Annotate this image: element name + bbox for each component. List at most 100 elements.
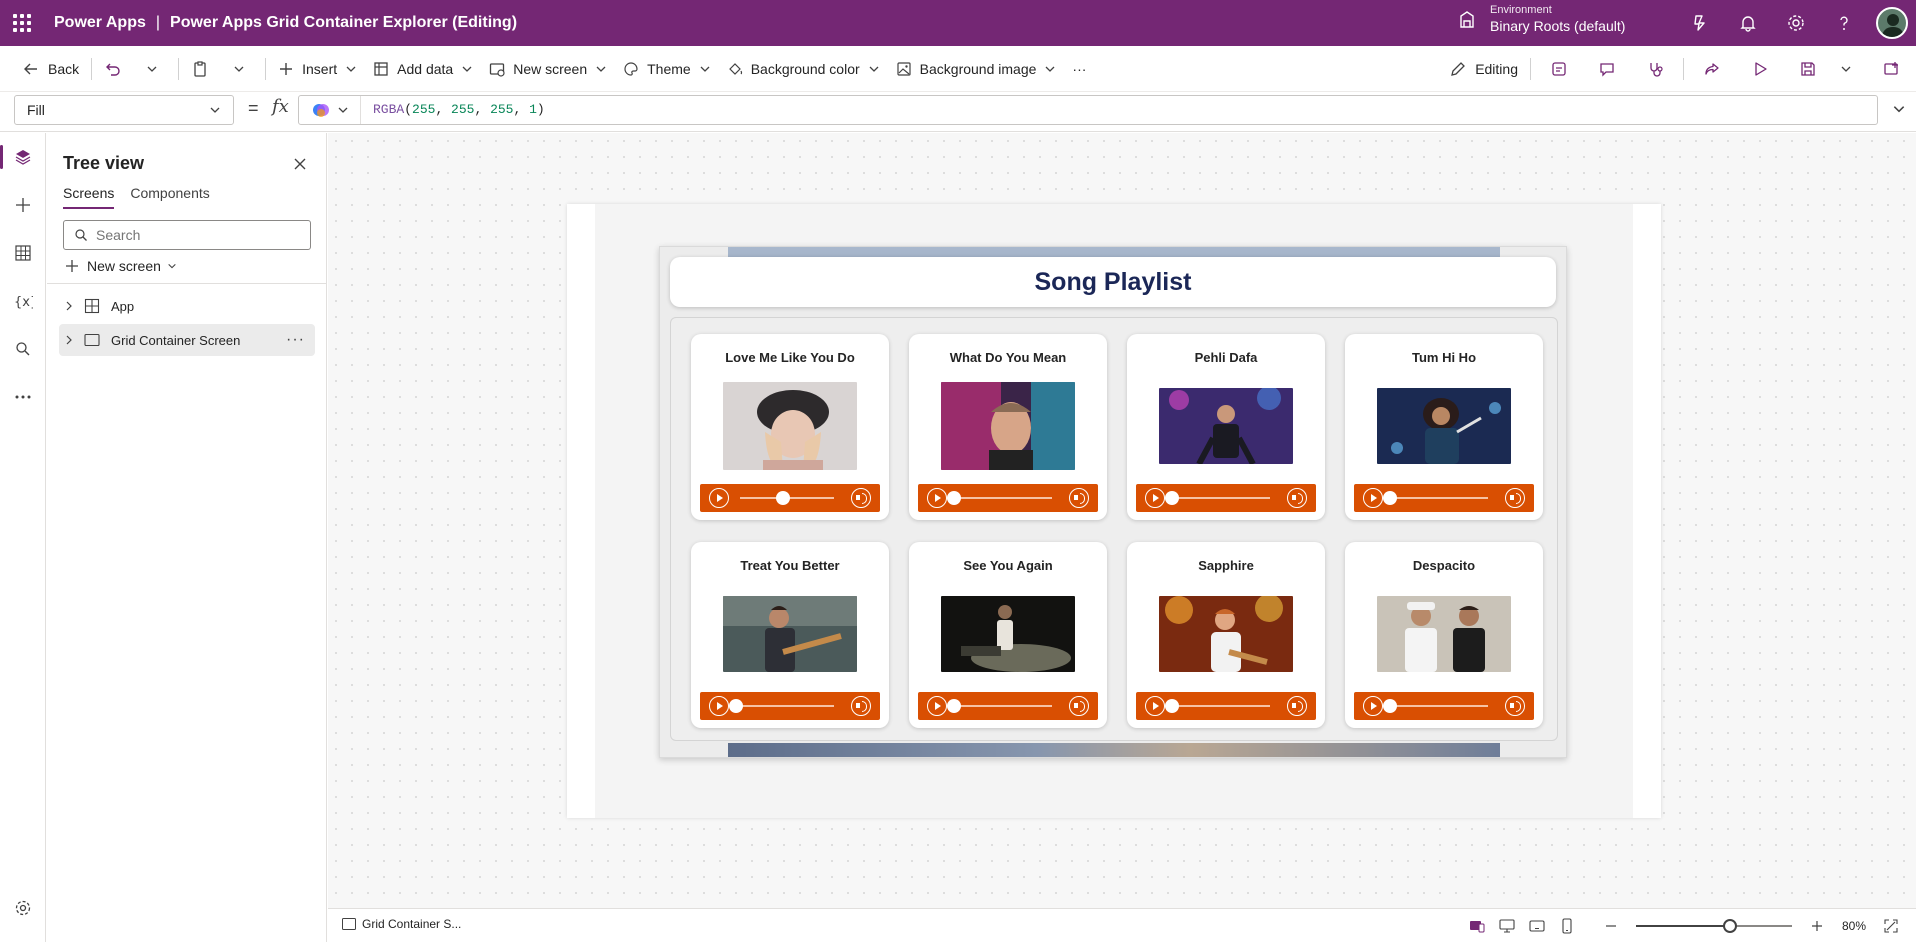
play-icon[interactable] bbox=[709, 696, 729, 716]
volume-icon[interactable] bbox=[1505, 488, 1525, 508]
volume-icon[interactable] bbox=[851, 488, 871, 508]
seek-knob[interactable] bbox=[1383, 491, 1397, 505]
seek-track[interactable] bbox=[1176, 705, 1270, 707]
seek-knob[interactable] bbox=[776, 491, 790, 505]
insert-menu[interactable]: Insert bbox=[270, 52, 365, 86]
fx-icon[interactable]: fx bbox=[272, 96, 289, 117]
play-icon[interactable] bbox=[1363, 488, 1383, 508]
responsive-view-icon[interactable] bbox=[1462, 909, 1492, 942]
user-avatar[interactable] bbox=[1876, 7, 1908, 39]
tree-view-rail-button[interactable] bbox=[0, 133, 46, 181]
zoom-slider[interactable] bbox=[1635, 919, 1792, 933]
phone-view-icon[interactable] bbox=[1552, 909, 1582, 942]
seek-knob[interactable] bbox=[1165, 699, 1179, 713]
seek-track[interactable] bbox=[1394, 705, 1488, 707]
audio-player[interactable] bbox=[1136, 692, 1316, 720]
song-card[interactable]: Sapphire bbox=[1127, 542, 1325, 728]
song-card[interactable]: What Do You Mean bbox=[909, 334, 1107, 520]
audio-player[interactable] bbox=[1136, 484, 1316, 512]
theme-menu[interactable]: Theme bbox=[615, 52, 719, 86]
playlist-container[interactable]: Song Playlist Love Me Like You Do What D… bbox=[659, 246, 1567, 758]
tree-search-input[interactable] bbox=[96, 227, 296, 243]
data-rail-button[interactable] bbox=[0, 229, 46, 277]
tab-screens[interactable]: Screens bbox=[63, 185, 115, 209]
play-icon[interactable] bbox=[1363, 696, 1383, 716]
app-launcher-icon[interactable] bbox=[0, 0, 44, 46]
play-preview-icon[interactable] bbox=[1736, 46, 1784, 92]
more-commands-button[interactable]: ··· bbox=[1064, 52, 1094, 86]
settings-icon[interactable] bbox=[1772, 0, 1820, 46]
chevron-right-icon[interactable] bbox=[59, 301, 79, 311]
save-icon[interactable] bbox=[1784, 46, 1832, 92]
app-checker-icon[interactable] bbox=[1535, 46, 1583, 92]
volume-icon[interactable] bbox=[851, 696, 871, 716]
song-card[interactable]: Love Me Like You Do bbox=[691, 334, 889, 520]
more-rail-button[interactable] bbox=[0, 373, 46, 421]
song-card[interactable]: Despacito bbox=[1345, 542, 1543, 728]
tab-components[interactable]: Components bbox=[130, 185, 209, 209]
seek-knob[interactable] bbox=[729, 699, 743, 713]
comments-icon[interactable] bbox=[1583, 46, 1631, 92]
settings-rail-button[interactable] bbox=[0, 884, 46, 932]
desktop-view-icon[interactable] bbox=[1492, 909, 1522, 942]
seek-track[interactable] bbox=[1394, 497, 1488, 499]
volume-icon[interactable] bbox=[1069, 488, 1089, 508]
background-image-menu[interactable]: Background image bbox=[888, 52, 1065, 86]
share-icon[interactable] bbox=[1688, 46, 1736, 92]
zoom-slider-thumb[interactable] bbox=[1722, 919, 1737, 933]
seek-track[interactable] bbox=[958, 705, 1052, 707]
undo-dropdown[interactable] bbox=[138, 52, 174, 86]
environment-picker[interactable]: Environment Binary Roots (default) bbox=[1456, 4, 1625, 34]
background-color-menu[interactable]: Background color bbox=[719, 52, 888, 86]
search-rail-button[interactable] bbox=[0, 325, 46, 373]
paste-button[interactable] bbox=[183, 52, 225, 86]
volume-icon[interactable] bbox=[1069, 696, 1089, 716]
play-icon[interactable] bbox=[709, 488, 729, 508]
audio-player[interactable] bbox=[918, 484, 1098, 512]
seek-track[interactable] bbox=[958, 497, 1052, 499]
insert-rail-button[interactable] bbox=[0, 181, 46, 229]
undo-button[interactable] bbox=[96, 52, 138, 86]
current-screen-indicator[interactable]: Grid Container S... bbox=[342, 917, 461, 931]
more-options-icon[interactable]: ··· bbox=[286, 331, 305, 349]
play-icon[interactable] bbox=[927, 488, 947, 508]
audio-player[interactable] bbox=[918, 692, 1098, 720]
song-card[interactable]: Tum Hi Ho bbox=[1345, 334, 1543, 520]
audio-player[interactable] bbox=[1354, 692, 1534, 720]
song-card[interactable]: See You Again bbox=[909, 542, 1107, 728]
chevron-right-icon[interactable] bbox=[59, 335, 79, 345]
audio-player[interactable] bbox=[700, 692, 880, 720]
volume-icon[interactable] bbox=[1287, 488, 1307, 508]
tree-item-grid-container-screen[interactable]: Grid Container Screen ··· bbox=[59, 324, 315, 356]
seek-track[interactable] bbox=[1176, 497, 1270, 499]
health-monitor-icon[interactable] bbox=[1631, 46, 1679, 92]
copilot-icon[interactable] bbox=[1676, 0, 1724, 46]
play-icon[interactable] bbox=[927, 696, 947, 716]
volume-icon[interactable] bbox=[1287, 696, 1307, 716]
new-screen-menu[interactable]: New screen bbox=[481, 52, 615, 86]
seek-knob[interactable] bbox=[947, 699, 961, 713]
seek-knob[interactable] bbox=[947, 491, 961, 505]
variables-rail-button[interactable]: {x} bbox=[0, 277, 46, 325]
playlist-header[interactable]: Song Playlist bbox=[670, 257, 1556, 307]
paste-dropdown[interactable] bbox=[225, 52, 261, 86]
seek-knob[interactable] bbox=[1165, 491, 1179, 505]
zoom-out-icon[interactable] bbox=[1596, 909, 1626, 942]
copilot-formula-button[interactable] bbox=[299, 96, 361, 124]
seek-knob[interactable] bbox=[1383, 699, 1397, 713]
play-icon[interactable] bbox=[1145, 696, 1165, 716]
close-icon[interactable] bbox=[289, 153, 311, 175]
help-icon[interactable] bbox=[1820, 0, 1868, 46]
editing-button[interactable]: Editing bbox=[1441, 52, 1526, 86]
notifications-icon[interactable] bbox=[1724, 0, 1772, 46]
add-data-menu[interactable]: Add data bbox=[365, 52, 481, 86]
save-dropdown[interactable] bbox=[1832, 52, 1868, 86]
audio-player[interactable] bbox=[700, 484, 880, 512]
fit-to-window-icon[interactable] bbox=[1876, 909, 1906, 942]
property-dropdown[interactable]: Fill bbox=[14, 95, 234, 125]
brand-name[interactable]: Power Apps bbox=[54, 14, 146, 32]
seek-track[interactable] bbox=[740, 705, 834, 707]
zoom-in-icon[interactable] bbox=[1802, 909, 1832, 942]
expand-formula-icon[interactable] bbox=[1892, 102, 1906, 121]
formula-input[interactable]: RGBA(255, 255, 255, 1) bbox=[298, 95, 1878, 125]
